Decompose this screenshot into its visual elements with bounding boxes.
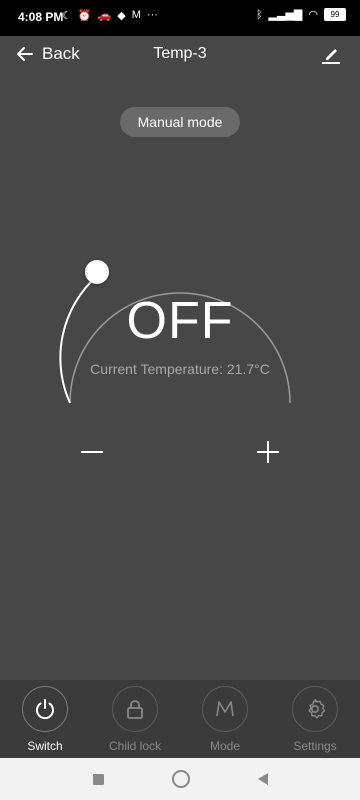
tab-settings-label: Settings — [293, 739, 337, 753]
thermostat-screen: 4:08 PM ☾ ⏰ 🚗 ◆ M ··· ᛒ ▂▃▅▇ ◠ 99 Back T… — [0, 0, 360, 800]
power-state: OFF — [126, 292, 234, 350]
bluetooth-icon: ᛒ — [255, 8, 263, 21]
tab-child-lock-circle — [112, 686, 158, 732]
temperature-dial[interactable]: OFF Current Temperature: 21.7°C — [58, 229, 302, 419]
minus-icon — [81, 451, 103, 453]
tab-switch-label: Switch — [27, 739, 63, 753]
tab-settings[interactable]: Settings — [270, 680, 360, 758]
page-title: Temp-3 — [153, 45, 207, 62]
gmail-icon: M — [131, 9, 141, 21]
power-icon — [36, 699, 54, 720]
tab-switch[interactable]: Switch — [0, 680, 90, 758]
increase-button[interactable] — [252, 436, 284, 468]
status-time: 4:08 PM — [18, 10, 64, 24]
dial-knob[interactable] — [85, 260, 109, 284]
alarm-off-icon: ⏰ — [77, 10, 92, 22]
status-bar: 4:08 PM ☾ ⏰ 🚗 ◆ M ··· ᛒ ▂▃▅▇ ◠ 99 — [0, 0, 360, 36]
decrease-button[interactable] — [76, 436, 108, 468]
tab-child-lock-label: Child lock — [108, 739, 162, 753]
tab-mode-circle — [202, 686, 248, 732]
plus-icon — [257, 441, 279, 463]
tab-switch-circle — [22, 686, 68, 732]
mode-m-icon — [216, 701, 234, 717]
bottom-tab-bar: Switch Child lock Mode Settings — [0, 680, 360, 758]
edit-button[interactable] — [320, 44, 342, 66]
mode-badge[interactable]: Manual mode — [120, 107, 240, 137]
system-icons: ᛒ ▂▃▅▇ ◠ 99 — [256, 8, 346, 21]
gear-icon — [308, 698, 326, 719]
chat-icon: ◆ — [117, 10, 126, 22]
tab-settings-circle — [292, 686, 338, 732]
more-icon: ··· — [146, 9, 158, 21]
notification-icons: ☾ ⏰ 🚗 ◆ M ··· — [62, 9, 158, 22]
signal-icon: ▂▃▅▇ — [268, 9, 303, 21]
pencil-icon — [322, 49, 340, 64]
tab-mode-label: Mode — [209, 739, 241, 753]
home-button[interactable] — [171, 770, 190, 788]
tab-child-lock[interactable]: Child lock — [90, 680, 180, 758]
current-temperature: Current Temperature: 21.7°C — [90, 361, 270, 377]
moon-icon: ☾ — [62, 10, 72, 22]
top-bar: Back Temp-3 — [0, 36, 360, 76]
tab-mode[interactable]: Mode — [180, 680, 270, 758]
system-nav-bar — [0, 758, 360, 800]
car-icon: 🚗 — [97, 10, 112, 22]
lock-icon — [127, 700, 143, 719]
battery-icon: 99 — [324, 8, 346, 21]
wifi-icon: ◠ — [308, 9, 318, 21]
recents-button[interactable] — [92, 773, 104, 785]
system-back-button[interactable] — [257, 773, 268, 785]
